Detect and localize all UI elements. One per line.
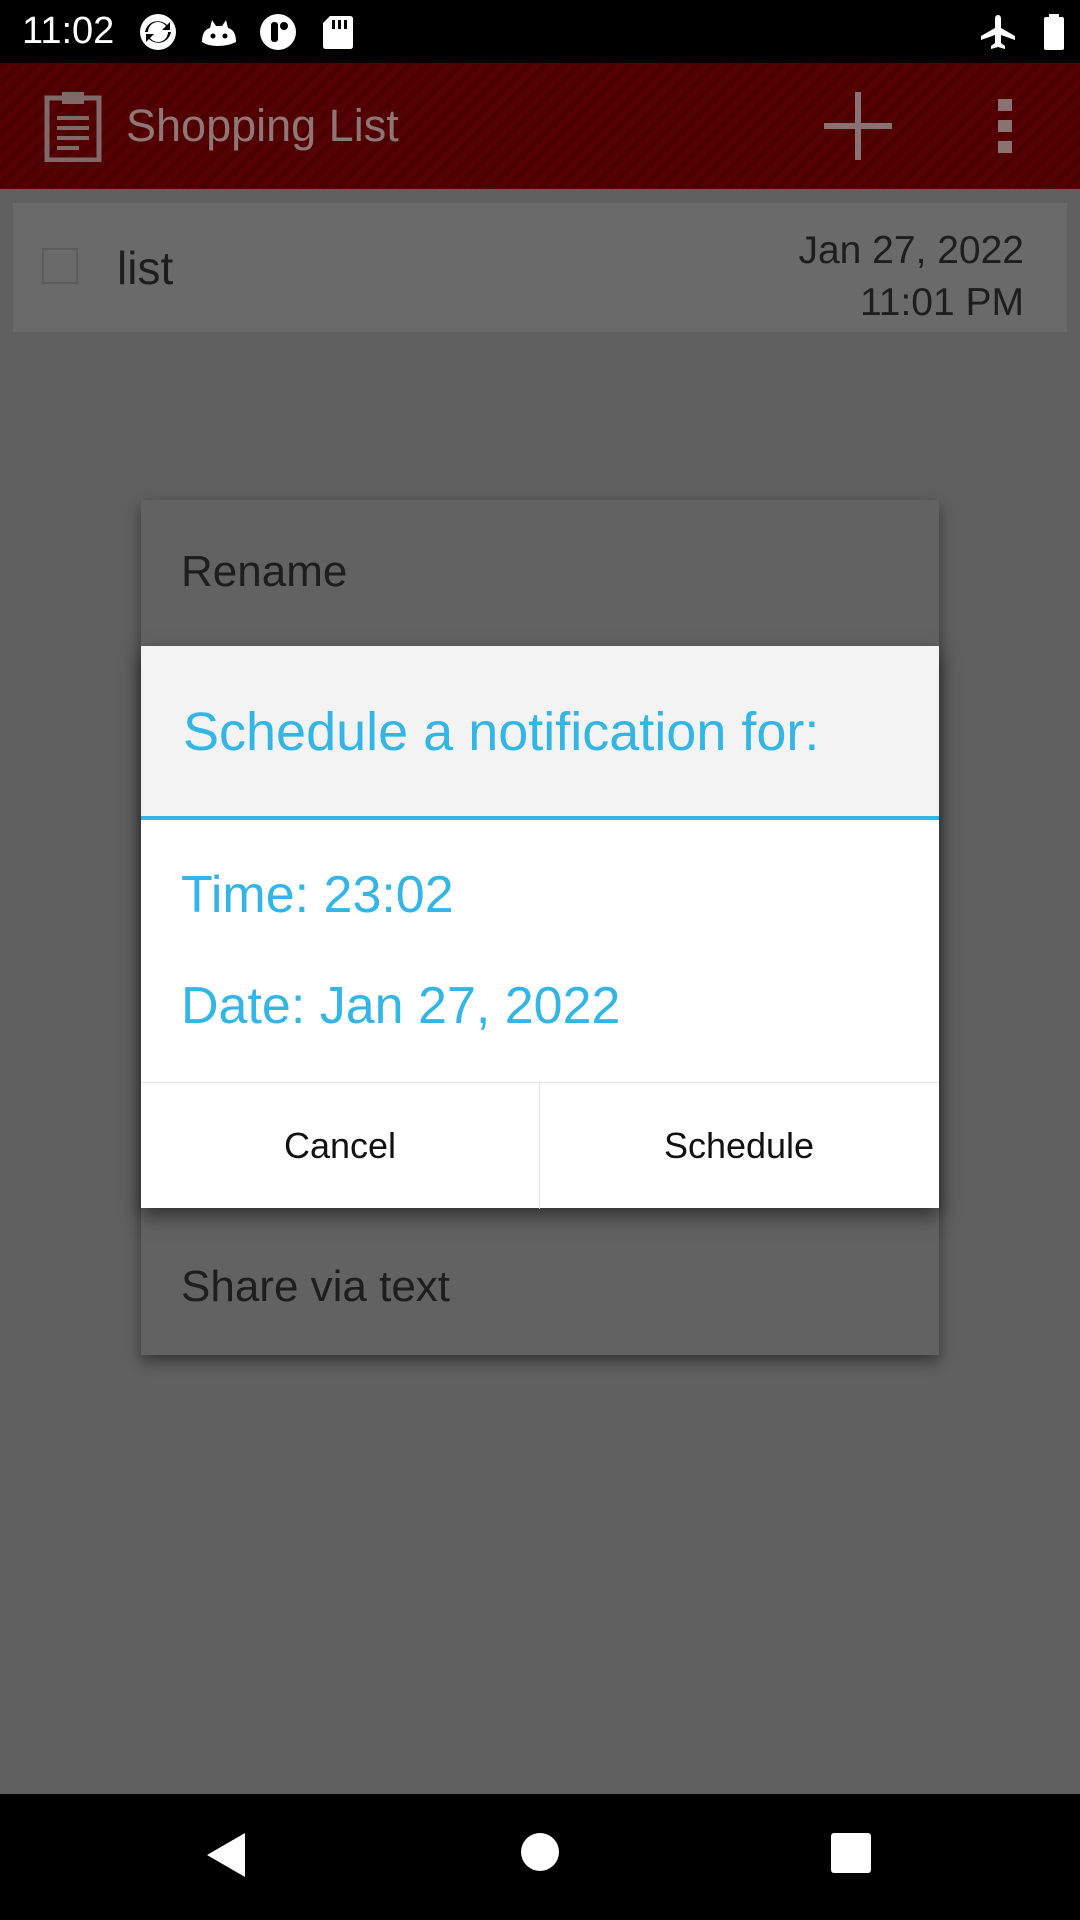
status-time: 11:02 <box>22 10 115 52</box>
navigation-bar <box>0 1794 1080 1920</box>
list-name: list <box>117 242 174 294</box>
list-timestamp: Jan 27, 2022 11:01 PM <box>798 225 1024 329</box>
cat-icon <box>202 20 236 46</box>
sync-icon <box>140 14 176 50</box>
menu-item-share-via-text[interactable]: Share via text <box>181 1262 450 1312</box>
list-checkbox[interactable] <box>42 248 78 284</box>
list-date: Jan 27, 2022 <box>798 229 1024 272</box>
plus-icon[interactable] <box>824 92 892 160</box>
status-bar: 11:02 <box>0 0 1080 63</box>
recents-icon[interactable] <box>830 1832 872 1874</box>
airplane-mode-icon <box>981 15 1015 49</box>
home-icon[interactable] <box>520 1832 560 1872</box>
dialog-header: Schedule a notification for: <box>141 646 939 820</box>
date-field[interactable]: Date: Jan 27, 2022 <box>181 977 620 1035</box>
schedule-button[interactable]: Schedule <box>540 1083 938 1209</box>
menu-item-rename[interactable]: Rename <box>181 547 347 597</box>
clipboard-list-icon <box>44 92 102 162</box>
dialog-button-bar: Cancel Schedule <box>141 1082 939 1209</box>
list-item[interactable]: list Jan 27, 2022 11:01 PM <box>13 203 1067 332</box>
battery-icon <box>1044 14 1064 50</box>
app-bar: Shopping List <box>0 63 1080 189</box>
dialog-title: Schedule a notification for: <box>183 702 820 762</box>
more-vert-icon[interactable] <box>990 95 1020 157</box>
schedule-dialog: Schedule a notification for: Time: 23:02… <box>141 646 939 1209</box>
podcast-icon <box>260 14 296 50</box>
time-field[interactable]: Time: 23:02 <box>181 866 454 924</box>
list-time: 11:01 PM <box>859 281 1024 324</box>
back-icon[interactable] <box>205 1831 247 1879</box>
app-title: Shopping List <box>126 100 399 151</box>
sd-card-icon <box>323 16 353 49</box>
cancel-button[interactable]: Cancel <box>141 1083 539 1209</box>
